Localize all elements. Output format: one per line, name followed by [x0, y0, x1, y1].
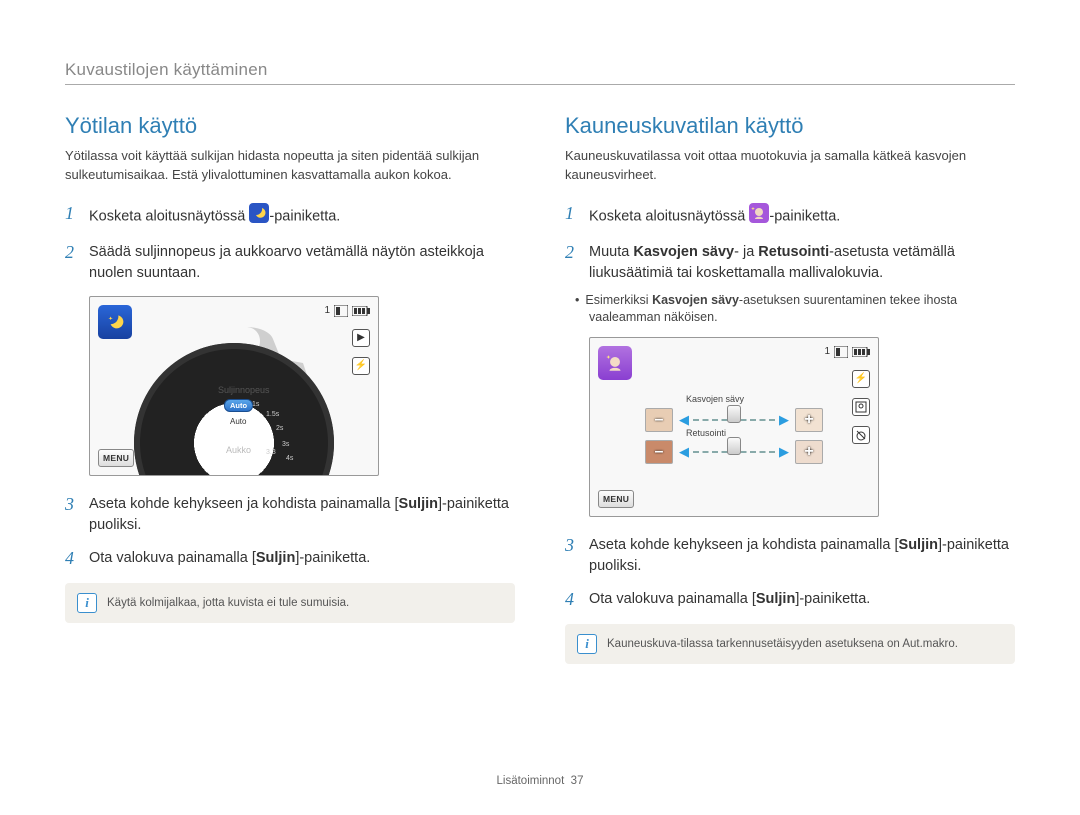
step-number: 1	[565, 203, 579, 230]
section-title-beauty: Kauneuskuvatilan käyttö	[565, 113, 1015, 139]
memory-icon	[834, 346, 848, 358]
arrow-left-icon: ◀	[679, 444, 689, 460]
step-number: 3	[565, 535, 579, 577]
retouch-sample-min[interactable]	[645, 440, 673, 464]
step-number: 2	[65, 242, 79, 284]
memory-icon	[334, 305, 348, 317]
sub-bullet: •Esimerkiksi Kasvojen sävy-asetuksen suu…	[565, 292, 1015, 327]
retouch-label: Retusointi	[686, 428, 726, 438]
dial-tick: 2s	[276, 425, 283, 432]
info-icon: i	[577, 634, 597, 654]
night-intro: Yötilassa voit käyttää sulkijan hidasta …	[65, 147, 515, 185]
face-detect-icon	[852, 398, 870, 416]
flash-icon: ⚡	[352, 357, 370, 375]
step-number: 3	[65, 494, 79, 536]
flash-icon: ⚡	[852, 370, 870, 388]
battery-icon	[852, 347, 870, 357]
left-column: Yötilan käyttö Yötilassa voit käyttää su…	[65, 113, 515, 664]
note-text: Kauneuskuva-tilassa tarkennusetäisyyden …	[607, 638, 958, 650]
step-body: Aseta kohde kehykseen ja kohdista painam…	[89, 494, 515, 536]
dial-tick: 1s	[252, 401, 259, 408]
menu-button[interactable]: MENU	[598, 490, 634, 508]
arrow-left-icon: ◀	[679, 412, 689, 428]
menu-button[interactable]: MENU	[98, 449, 134, 467]
arrow-right-icon: ▶	[779, 412, 789, 428]
beauty-screenshot: 1 ⚡ MENU Kasvojen sävy ◀ ▶	[589, 337, 879, 517]
shutter-label: Suljinnopeus	[218, 385, 270, 395]
note-box: i Käytä kolmijalkaa, jotta kuvista ei tu…	[65, 583, 515, 623]
step-body: Muuta Kasvojen sävy- ja Retusointi-asetu…	[589, 242, 1015, 284]
retouch-slider[interactable]: ◀ ▶	[679, 444, 789, 460]
tone-label: Kasvojen sävy	[686, 394, 744, 404]
dial-tick: 3s	[282, 441, 289, 448]
auto-inner-label: Auto	[230, 417, 246, 426]
tone-sample-max[interactable]	[795, 408, 823, 432]
shot-count: 1	[824, 346, 830, 357]
dial-tick: 4s	[286, 455, 293, 462]
info-icon: i	[77, 593, 97, 613]
dial-tick: 1.5s	[266, 411, 279, 418]
play-icon: ▶	[352, 329, 370, 347]
slider-knob[interactable]	[727, 437, 741, 455]
dial-tick: 3.3	[266, 449, 276, 456]
night-mode-chip	[98, 305, 132, 339]
step-number: 1	[65, 203, 79, 230]
step-number: 4	[565, 589, 579, 611]
step-body: Kosketa aloitusnäytössä -painiketta.	[589, 203, 1015, 230]
divider	[65, 84, 1015, 85]
beauty-intro: Kauneuskuvatilassa voit ottaa muotokuvia…	[565, 147, 1015, 185]
step-body: Kosketa aloitusnäytössä -painiketta.	[89, 203, 515, 230]
tone-sample-min[interactable]	[645, 408, 673, 432]
step-body: Ota valokuva painamalla [Suljin]-painike…	[589, 589, 1015, 611]
step-number: 2	[565, 242, 579, 284]
night-screenshot: 1 ▶ ⚡ MENU Suljinnopeus Auto Auto Aukko …	[89, 296, 379, 476]
chapter-title: Kuvaustilojen käyttäminen	[65, 60, 1015, 80]
beauty-mode-icon	[749, 203, 769, 230]
step-number: 4	[65, 548, 79, 570]
beauty-mode-chip	[598, 346, 632, 380]
retouch-sample-max[interactable]	[795, 440, 823, 464]
auto-chip[interactable]: Auto	[224, 399, 253, 412]
aperture-label: Aukko	[226, 445, 251, 455]
timer-off-icon	[852, 426, 870, 444]
note-box: i Kauneuskuva-tilassa tarkennusetäisyyde…	[565, 624, 1015, 664]
step-body: Ota valokuva painamalla [Suljin]-painike…	[89, 548, 515, 570]
right-column: Kauneuskuvatilan käyttö Kauneuskuvatilas…	[565, 113, 1015, 664]
arrow-right-icon: ▶	[779, 444, 789, 460]
step-body: Aseta kohde kehykseen ja kohdista painam…	[589, 535, 1015, 577]
note-text: Käytä kolmijalkaa, jotta kuvista ei tule…	[107, 597, 349, 609]
page-footer: Lisätoiminnot 37	[0, 775, 1080, 787]
battery-icon	[352, 306, 370, 316]
tone-slider[interactable]: ◀ ▶	[679, 412, 789, 428]
slider-knob[interactable]	[727, 405, 741, 423]
night-mode-icon	[249, 203, 269, 230]
step-body: Säädä suljinnopeus ja aukkoarvo vetämäll…	[89, 242, 515, 284]
section-title-night: Yötilan käyttö	[65, 113, 515, 139]
